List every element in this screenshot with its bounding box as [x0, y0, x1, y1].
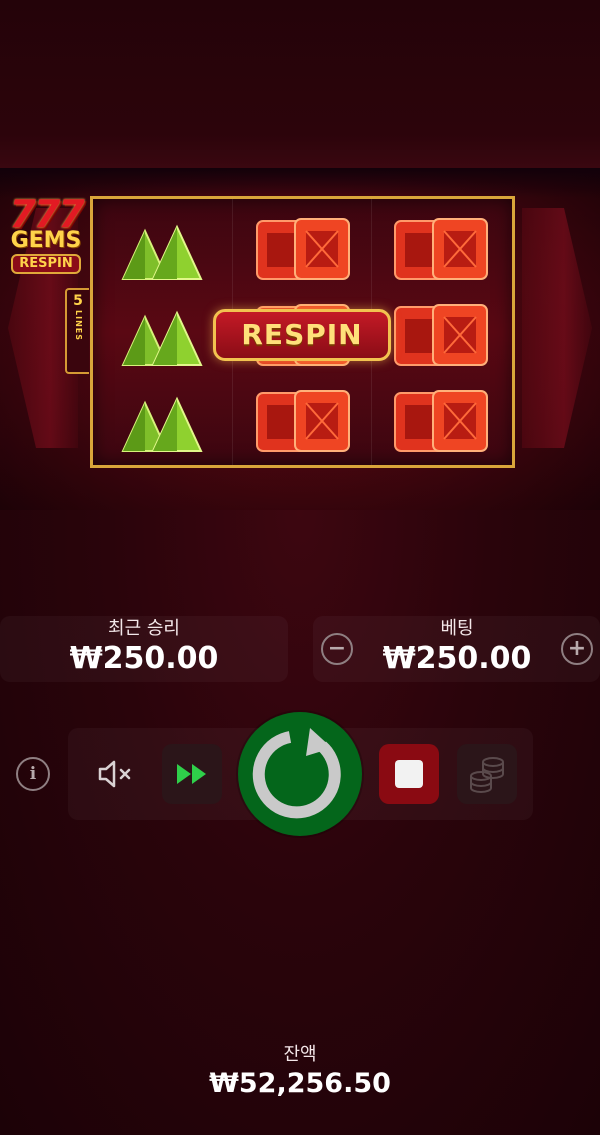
stop-icon: [395, 760, 423, 788]
last-win-value: ₩250.00: [69, 641, 219, 676]
paylines-count: 5: [73, 293, 83, 309]
red-gem-symbol: [256, 218, 350, 280]
paylines-word: LINES: [67, 310, 89, 344]
respin-banner: RESPIN: [213, 309, 391, 361]
info-icon: i: [29, 763, 37, 784]
bet-decrease-button[interactable]: −: [321, 633, 353, 665]
autoplay-coins-button[interactable]: [457, 744, 517, 804]
red-gem-symbol: [394, 390, 488, 452]
info-button[interactable]: i: [16, 757, 50, 791]
stop-button[interactable]: [379, 744, 439, 804]
red-gem-symbol: [394, 304, 488, 366]
green-gem-symbol: [121, 224, 203, 280]
bet-increase-button[interactable]: +: [561, 633, 593, 665]
game-stage: 777 GEMS RESPIN 5 LINES RESPIN: [0, 168, 600, 510]
right-pillar-decoration: [522, 208, 592, 448]
balance-value: ₩52,256.50: [209, 1068, 391, 1099]
red-gem-symbol: [256, 390, 350, 452]
bet-value: ₩250.00: [382, 641, 532, 676]
paylines-word-text: LINES: [74, 310, 83, 341]
green-gem-symbol: [121, 310, 203, 366]
red-gem-symbol: [394, 218, 488, 280]
plus-icon: +: [567, 636, 587, 661]
fast-forward-icon: [177, 764, 206, 784]
spin-arrow-icon: [252, 728, 341, 819]
coins-stack-icon: [470, 757, 504, 793]
speaker-muted-icon: [98, 760, 131, 788]
top-background: [0, 0, 600, 168]
logo-name: GEMS: [10, 228, 82, 253]
last-win-label: 최근 승리: [108, 618, 180, 639]
bet-label: 베팅: [440, 618, 474, 639]
minus-icon: −: [327, 636, 347, 661]
game-logo: 777 GEMS RESPIN: [6, 192, 86, 274]
green-gem-symbol: [121, 396, 203, 452]
turbo-button[interactable]: [162, 744, 222, 804]
reel-grid: RESPIN: [90, 196, 515, 468]
logo-number: 777: [9, 192, 84, 236]
paylines-indicator: 5 LINES: [65, 288, 89, 374]
spin-button[interactable]: [238, 712, 362, 836]
balance-label: 잔액: [283, 1044, 317, 1065]
sound-toggle-button[interactable]: [86, 744, 146, 804]
logo-tag: RESPIN: [11, 254, 81, 274]
